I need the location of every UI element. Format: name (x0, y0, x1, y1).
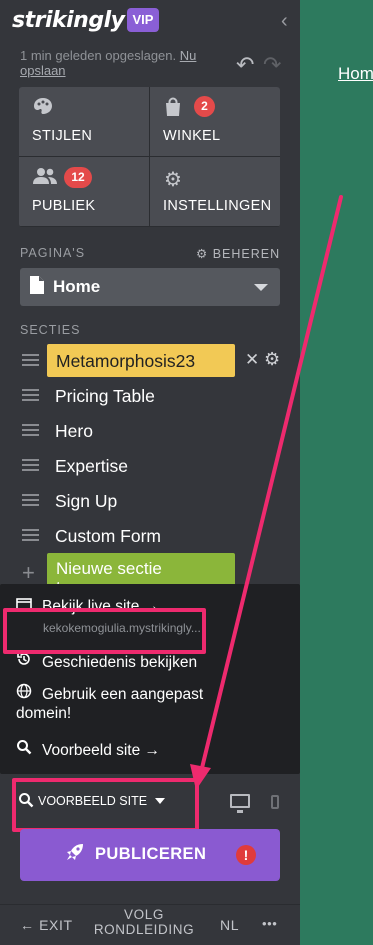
preview-dropdown-menu: Bekijk live site → kekokemogiulia.mystri… (0, 584, 300, 774)
gear-icon: ⚙ (196, 247, 213, 261)
language-selector[interactable]: NL (220, 917, 239, 933)
page-selector[interactable]: Home (20, 268, 280, 306)
tile-stijlen[interactable]: STIJLEN (19, 87, 149, 156)
drag-handle-icon[interactable] (22, 424, 39, 436)
section-name: Metamorphosis23 (56, 351, 196, 371)
preview-nav-link[interactable]: Hom (338, 64, 373, 84)
drag-handle-icon[interactable] (22, 529, 39, 541)
palette-icon (33, 97, 53, 121)
section-row[interactable]: Sign Up (0, 484, 300, 519)
sidebar-footer: ← EXIT VOLG RONDLEIDING NL ••• (0, 904, 300, 945)
publiek-count-badge: 12 (64, 167, 92, 188)
mobile-view-icon[interactable] (271, 795, 279, 809)
custom-domain-item[interactable]: Gebruik een aangepast (16, 683, 203, 704)
section-name: Hero (55, 421, 93, 441)
undo-icon[interactable]: ↶ (236, 52, 254, 78)
alert-icon: ! (236, 845, 256, 865)
section-row[interactable]: Pricing Table (0, 379, 300, 414)
gear-icon: ⚙ (164, 169, 182, 191)
history-icon (16, 651, 42, 672)
more-options-icon[interactable]: ••• (262, 916, 277, 931)
section-row[interactable]: Custom Form (0, 519, 300, 554)
tile-winkel[interactable]: 2 WINKEL (150, 87, 280, 156)
section-name: Expertise (55, 456, 128, 476)
annotation-highlight-preview (12, 778, 199, 832)
tile-label: STIJLEN (32, 128, 93, 144)
section-name: Custom Form (55, 526, 161, 546)
manage-pages-button[interactable]: ⚙ BEHEREN (196, 246, 280, 261)
section-row[interactable]: Expertise (0, 449, 300, 484)
annotation-highlight-history (3, 608, 206, 654)
site-preview-area: Hom (300, 0, 373, 945)
desktop-view-icon[interactable] (230, 794, 250, 813)
tile-label: INSTELLINGEN (163, 198, 272, 214)
editor-sidebar: strikingly VIP ‹ 1 min geleden opgeslage… (0, 0, 300, 945)
users-icon (33, 167, 57, 191)
globe-icon (16, 683, 42, 704)
current-page-name: Home (53, 277, 101, 296)
tile-publiek[interactable]: 12 PUBLIEK (19, 157, 149, 226)
preview-site-item[interactable]: Voorbeeld site → (16, 739, 160, 760)
plus-icon[interactable]: + (22, 560, 35, 586)
publish-label: PUBLICEREN (95, 845, 207, 863)
winkel-count-badge: 2 (194, 96, 215, 117)
tour-button[interactable]: VOLG RONDLEIDING (92, 907, 196, 937)
section-row[interactable]: Metamorphosis23 ✕ ⚙ (0, 344, 300, 379)
save-status: 1 min geleden opgeslagen. Nu opslaan (20, 48, 197, 78)
drag-handle-icon[interactable] (22, 494, 39, 506)
exit-button[interactable]: ← EXIT (20, 917, 73, 933)
arrow-left-icon: ← (20, 917, 40, 933)
view-history-item[interactable]: Geschiedenis bekijken (16, 651, 197, 672)
close-icon[interactable]: ✕ (245, 350, 259, 370)
pages-heading: PAGINA'S (20, 246, 86, 260)
vip-badge: VIP (127, 8, 159, 32)
drag-handle-icon[interactable] (22, 354, 39, 366)
drag-handle-icon[interactable] (22, 389, 39, 401)
main-menu-tiles: STIJLEN 2 WINKEL 12 PUBLIEK ⚙ INSTELLING… (19, 87, 280, 227)
redo-icon[interactable]: ↷ (263, 52, 281, 78)
section-row[interactable]: Hero (0, 414, 300, 449)
section-name: Pricing Table (55, 386, 155, 406)
rocket-icon (66, 843, 84, 866)
add-section-button[interactable]: Nieuwe sectie toevoegen (47, 553, 235, 586)
sections-heading: SECTIES (20, 323, 81, 337)
collapse-sidebar-icon[interactable]: ‹ (281, 10, 288, 33)
tile-instellingen[interactable]: ⚙ INSTELLINGEN (150, 157, 280, 226)
tile-label: WINKEL (163, 128, 221, 144)
strikingly-logo: strikingly (12, 8, 125, 33)
search-icon (16, 739, 42, 760)
chevron-down-icon (254, 284, 268, 291)
shopping-bag-icon (164, 97, 182, 123)
tile-label: PUBLIEK (32, 198, 96, 214)
custom-domain-item-line2[interactable]: domein! (16, 705, 71, 723)
gear-icon[interactable]: ⚙ (264, 349, 280, 370)
drag-handle-icon[interactable] (22, 459, 39, 471)
section-name: Sign Up (55, 491, 118, 511)
publish-button[interactable]: PUBLICEREN ! (20, 829, 280, 881)
page-icon (30, 276, 44, 299)
